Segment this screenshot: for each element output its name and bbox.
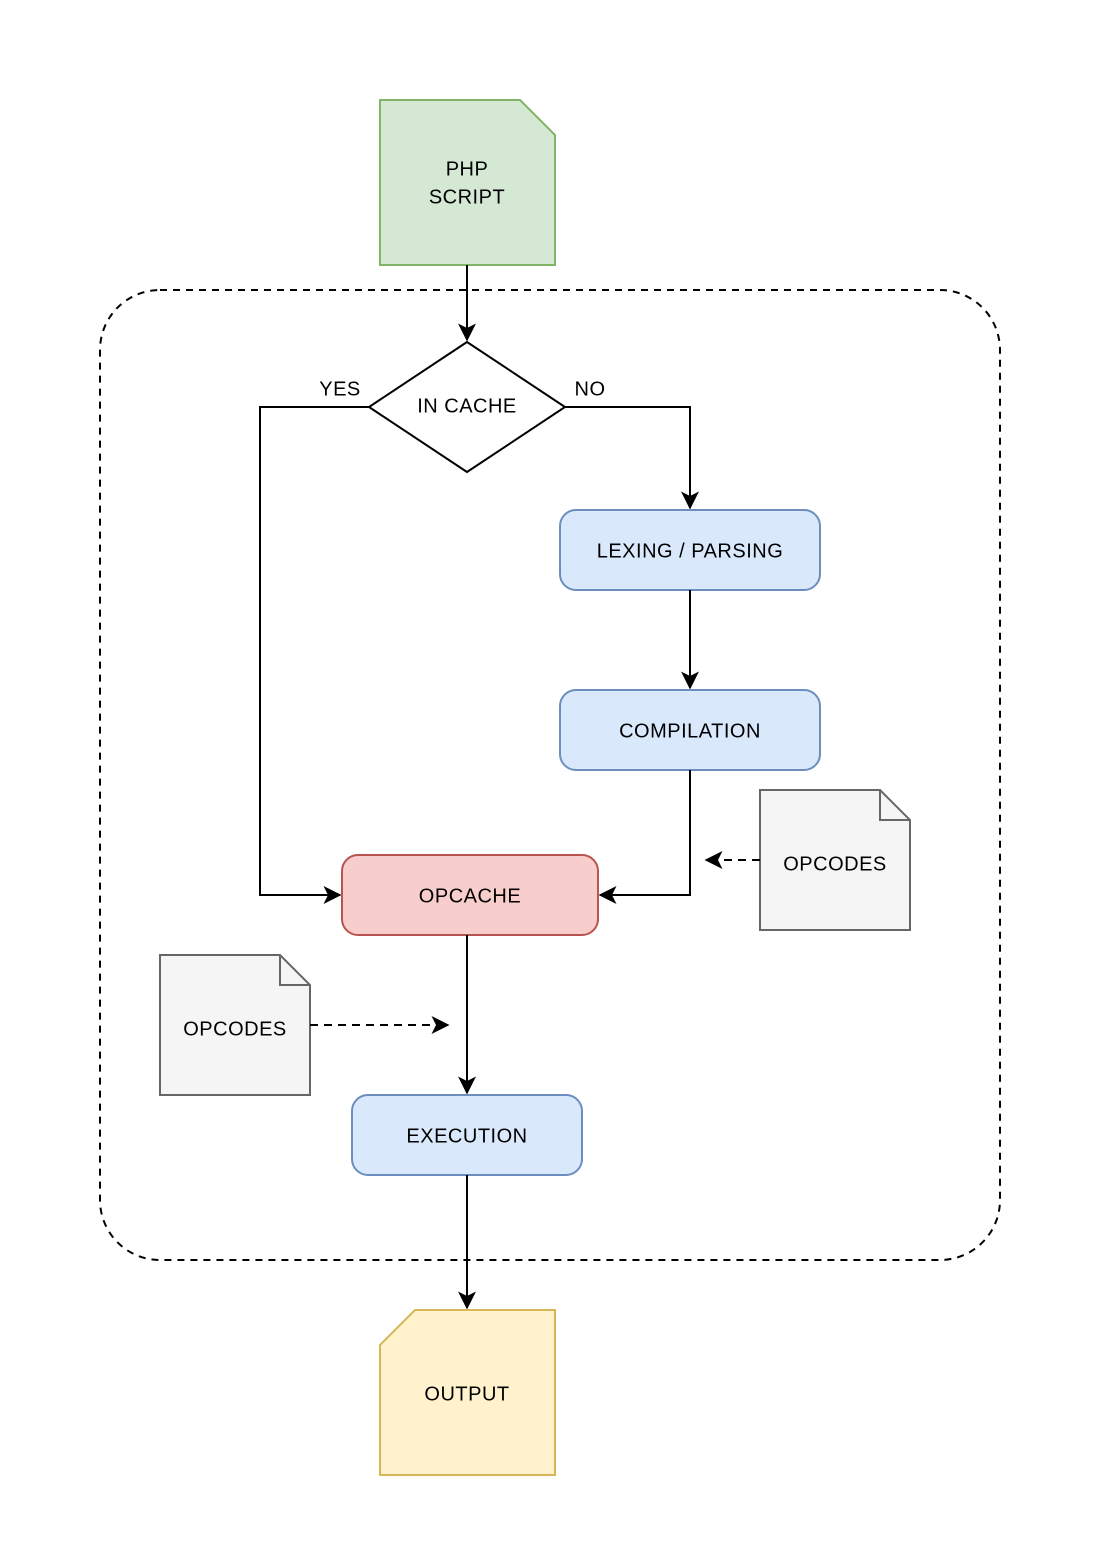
opcodes-right-label: OPCODES bbox=[783, 853, 887, 875]
in-cache-node: IN CACHE bbox=[369, 342, 565, 472]
lexing-label: LEXING / PARSING bbox=[597, 540, 784, 562]
lexing-node: LEXING / PARSING bbox=[560, 510, 820, 590]
execution-node: EXECUTION bbox=[352, 1095, 582, 1175]
opcodes-left-label: OPCODES bbox=[183, 1018, 287, 1040]
output-node: OUTPUT bbox=[380, 1310, 555, 1475]
opcache-node: OPCACHE bbox=[342, 855, 598, 935]
execution-label: EXECUTION bbox=[406, 1125, 527, 1147]
compilation-node: COMPILATION bbox=[560, 690, 820, 770]
flowchart: PHP SCRIPT IN CACHE YES NO LEXING / PARS… bbox=[0, 0, 1100, 1560]
in-cache-label: IN CACHE bbox=[417, 395, 517, 417]
opcache-label: OPCACHE bbox=[419, 885, 521, 907]
compilation-label: COMPILATION bbox=[619, 720, 761, 742]
opcodes-left-node: OPCODES bbox=[160, 955, 310, 1095]
edge-no-label: NO bbox=[575, 378, 606, 400]
edge-no-path bbox=[565, 407, 690, 508]
edge-compilation-to-opcache bbox=[600, 770, 690, 895]
php-script-label-2: SCRIPT bbox=[429, 186, 505, 208]
php-script-node: PHP SCRIPT bbox=[380, 100, 555, 265]
output-label: OUTPUT bbox=[424, 1383, 509, 1405]
php-script-label-1: PHP bbox=[446, 158, 489, 180]
edge-yes-label: YES bbox=[319, 378, 361, 400]
edge-yes-path bbox=[260, 407, 369, 895]
opcodes-right-node: OPCODES bbox=[760, 790, 910, 930]
